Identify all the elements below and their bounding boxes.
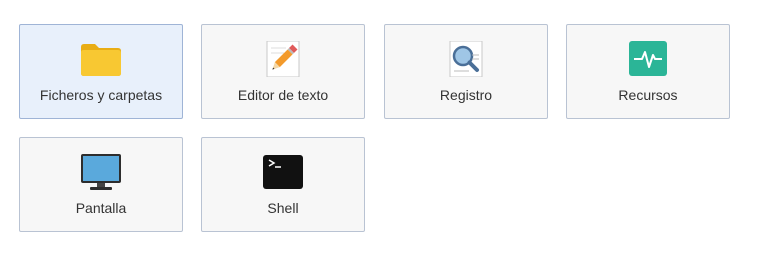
tile-label: Editor de texto <box>237 87 329 103</box>
log-search-icon <box>449 41 483 77</box>
resources-monitor-icon <box>629 41 667 76</box>
folder-icon <box>81 44 121 76</box>
tile-resources[interactable]: Recursos <box>566 24 730 119</box>
tile-display[interactable]: Pantalla <box>19 137 183 232</box>
tile-label: Registro <box>439 87 493 103</box>
terminal-icon <box>263 155 303 189</box>
tile-label: Recursos <box>618 87 678 103</box>
monitor-icon <box>81 154 121 190</box>
tile-files-and-folders[interactable]: Ficheros y carpetas <box>19 24 183 119</box>
text-editor-icon <box>266 41 300 77</box>
tile-text-editor[interactable]: Editor de texto <box>201 24 365 119</box>
tile-label: Ficheros y carpetas <box>39 87 163 103</box>
tile-log[interactable]: Registro <box>384 24 548 119</box>
tile-label: Shell <box>267 200 299 216</box>
tile-shell[interactable]: Shell <box>201 137 365 232</box>
app-launcher-grid: Ficheros y carpetas Editor de texto Regi… <box>0 0 768 255</box>
tile-label: Pantalla <box>75 200 127 216</box>
